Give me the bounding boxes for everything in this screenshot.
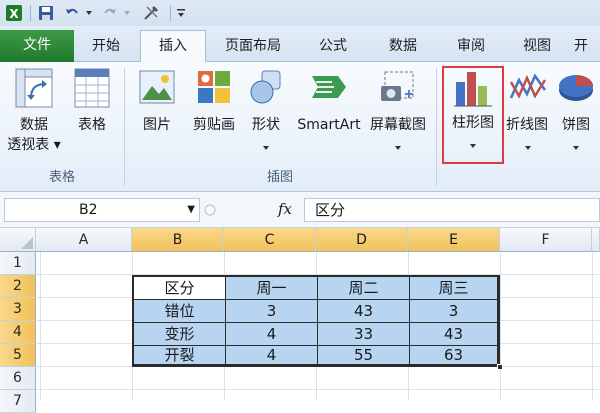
cell-b4[interactable]: 变形 xyxy=(134,323,226,346)
undo-dropdown-icon[interactable] xyxy=(84,4,94,22)
column-chart-button[interactable]: 柱形图 xyxy=(442,66,504,164)
cell-c2[interactable]: 周一 xyxy=(226,277,318,300)
column-header-d[interactable]: D xyxy=(316,228,408,252)
shapes-button[interactable]: 形状 xyxy=(244,66,288,166)
cell-d3[interactable]: 43 xyxy=(318,300,410,323)
column-header-a[interactable]: A xyxy=(36,228,132,252)
line-chart-dropdown-icon xyxy=(525,146,531,150)
cell-c3[interactable]: 3 xyxy=(226,300,318,323)
pivot-table-label-2: 透视表 ▾ xyxy=(7,137,61,153)
ribbon-tab-bar: 文件 开始 插入 页面布局 公式 数据 审阅 视图 开 xyxy=(0,26,600,63)
screenshot-icon xyxy=(379,68,417,110)
cell-e5[interactable]: 63 xyxy=(410,346,498,365)
customize-toolbar-icon[interactable] xyxy=(174,4,188,22)
name-box-dropdown-icon[interactable]: ▼ xyxy=(187,199,195,221)
tab-data[interactable]: 数据 xyxy=(372,32,434,62)
row-header-1[interactable]: 1 xyxy=(0,252,36,275)
save-icon[interactable] xyxy=(36,4,56,22)
row-header-3[interactable]: 3 xyxy=(0,298,36,321)
cell-c5[interactable]: 4 xyxy=(226,346,318,365)
column-chart-dropdown-icon xyxy=(470,144,476,148)
picture-button[interactable]: 图片 xyxy=(132,66,182,166)
table-icon xyxy=(74,68,110,112)
cell-e2[interactable]: 周三 xyxy=(410,277,498,300)
cell-e4[interactable]: 43 xyxy=(410,323,498,346)
column-header-g[interactable] xyxy=(592,228,600,252)
name-box[interactable]: B2 ▼ xyxy=(4,198,200,222)
column-header-b[interactable]: B xyxy=(132,228,224,252)
tab-view[interactable]: 视图 xyxy=(506,32,568,62)
table-button[interactable]: 表格 xyxy=(66,66,118,166)
cell-c4[interactable]: 4 xyxy=(226,323,318,346)
spreadsheet-grid: A B C D E F 1 2 3 4 5 6 7 区分 周一 周二 周三 错位… xyxy=(0,228,600,413)
shapes-dropdown-icon xyxy=(263,146,269,150)
pivot-table-icon xyxy=(15,68,53,112)
fill-handle[interactable] xyxy=(497,364,503,370)
picture-label: 图片 xyxy=(143,117,171,133)
cell-b5[interactable]: 开裂 xyxy=(134,346,226,365)
excel-logo-icon: X xyxy=(4,4,24,22)
cell-d2[interactable]: 周二 xyxy=(318,277,410,300)
row-header-4[interactable]: 4 xyxy=(0,321,36,344)
line-chart-icon xyxy=(509,68,547,110)
tab-review[interactable]: 审阅 xyxy=(440,32,502,62)
column-header-f[interactable]: F xyxy=(500,228,592,252)
formula-bar-splitter-icon[interactable] xyxy=(204,202,216,218)
pie-chart-icon xyxy=(557,68,595,110)
undo-icon[interactable] xyxy=(62,4,82,22)
row-header-6[interactable]: 6 xyxy=(0,367,36,390)
ribbon-insert-panel: 数据 透视表 ▾ 表格 表格 图片 剪贴画 形状 SmartArt 屏幕截图 插… xyxy=(0,62,600,192)
line-chart-label: 折线图 xyxy=(506,117,548,133)
column-chart-label: 柱形图 xyxy=(452,115,494,131)
insert-function-icon[interactable]: fx xyxy=(278,200,292,218)
smartart-button[interactable]: SmartArt xyxy=(292,66,366,166)
screenshot-label: 屏幕截图 xyxy=(370,117,426,133)
column-chart-icon xyxy=(453,68,493,112)
redo-icon[interactable] xyxy=(100,4,120,22)
redo-dropdown-icon[interactable] xyxy=(122,4,132,22)
pivot-table-button[interactable]: 数据 透视表 ▾ xyxy=(4,66,64,166)
row-header-5[interactable]: 5 xyxy=(0,344,36,367)
clipart-button[interactable]: 剪贴画 xyxy=(184,66,244,166)
pie-chart-label: 饼图 xyxy=(562,117,590,133)
table-label: 表格 xyxy=(78,117,106,133)
tools-icon[interactable] xyxy=(140,4,162,22)
row-header-7[interactable]: 7 xyxy=(0,390,36,413)
tab-developer[interactable]: 开 xyxy=(574,32,600,62)
cell-b3[interactable]: 错位 xyxy=(134,300,226,323)
group-tables-label: 表格 xyxy=(48,170,75,185)
shapes-icon xyxy=(248,68,284,110)
cell-d5[interactable]: 55 xyxy=(318,346,410,365)
cell-d4[interactable]: 33 xyxy=(318,323,410,346)
tab-file[interactable]: 文件 xyxy=(0,30,74,62)
group-illustrations-label: 插图 xyxy=(266,170,293,185)
picture-icon xyxy=(139,68,175,110)
formula-input[interactable]: 区分 xyxy=(304,198,600,222)
tab-insert[interactable]: 插入 xyxy=(140,30,206,63)
clipart-icon xyxy=(196,68,232,110)
column-header-c[interactable]: C xyxy=(224,228,316,252)
line-chart-button[interactable]: 折线图 xyxy=(506,66,550,166)
formula-bar: B2 ▼ fx 区分 xyxy=(0,192,600,228)
shapes-label: 形状 xyxy=(252,117,280,133)
pivot-table-label-1: 数据 xyxy=(20,117,48,133)
pie-chart-dropdown-icon xyxy=(573,146,579,150)
tab-home[interactable]: 开始 xyxy=(76,32,136,62)
cell-e3[interactable]: 3 xyxy=(410,300,498,323)
screenshot-dropdown-icon xyxy=(395,146,401,150)
pie-chart-button[interactable]: 饼图 xyxy=(552,66,600,166)
screenshot-button[interactable]: 屏幕截图 xyxy=(364,66,432,166)
column-header-e[interactable]: E xyxy=(408,228,500,252)
svg-text:X: X xyxy=(9,7,19,21)
smartart-icon xyxy=(310,68,348,110)
clipart-label: 剪贴画 xyxy=(193,117,235,133)
select-all-corner[interactable] xyxy=(0,228,36,252)
data-table: 区分 周一 周二 周三 错位 3 43 3 变形 4 33 43 开裂 4 55… xyxy=(132,275,500,367)
row-header-2[interactable]: 2 xyxy=(0,275,36,298)
cell-b2[interactable]: 区分 xyxy=(134,277,226,300)
quick-access-toolbar: X xyxy=(0,0,600,26)
tab-formulas[interactable]: 公式 xyxy=(300,32,366,62)
tab-page-layout[interactable]: 页面布局 xyxy=(210,32,296,62)
smartart-label: SmartArt xyxy=(297,117,361,133)
